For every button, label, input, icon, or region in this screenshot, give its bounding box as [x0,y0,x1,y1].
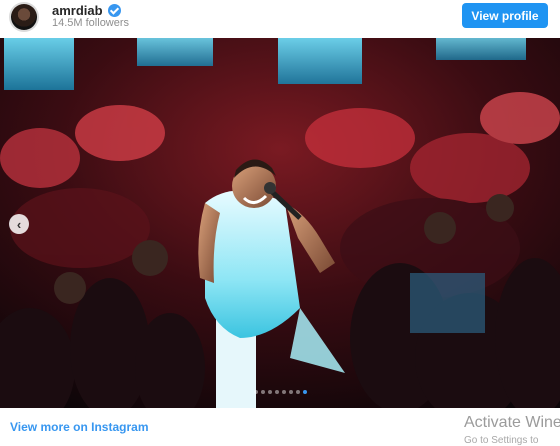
post-photo[interactable]: ‹ [0,38,560,408]
username[interactable]: amrdiab [52,3,103,18]
username-row[interactable]: amrdiab [52,3,121,18]
verified-badge-icon [107,4,121,17]
embed-header: amrdiab 14.5M followers View profile [0,0,560,38]
carousel-dots [0,390,560,394]
carousel-dot [267,390,272,394]
carousel-dot [253,390,258,394]
view-profile-button[interactable]: View profile [462,3,548,28]
concert-image [0,38,560,408]
follower-count: 14.5M followers [52,17,130,29]
chevron-left-icon: ‹ [16,216,22,232]
carousel-dot [281,390,286,394]
carousel-dot [274,390,279,394]
carousel-prev-button[interactable]: ‹ [9,214,29,234]
windows-watermark-subtitle: Go to Settings to [464,435,539,446]
view-more-link[interactable]: View more on Instagram [10,420,149,434]
windows-watermark-title: Activate Wine [464,414,560,431]
carousel-dot-active [302,390,307,394]
carousel-dot [260,390,265,394]
carousel-dot [295,390,300,394]
carousel-dot [288,390,293,394]
embed-footer: View more on Instagram Activate Wine Go … [0,408,560,446]
avatar[interactable] [9,2,39,32]
avatar-image [11,4,37,30]
